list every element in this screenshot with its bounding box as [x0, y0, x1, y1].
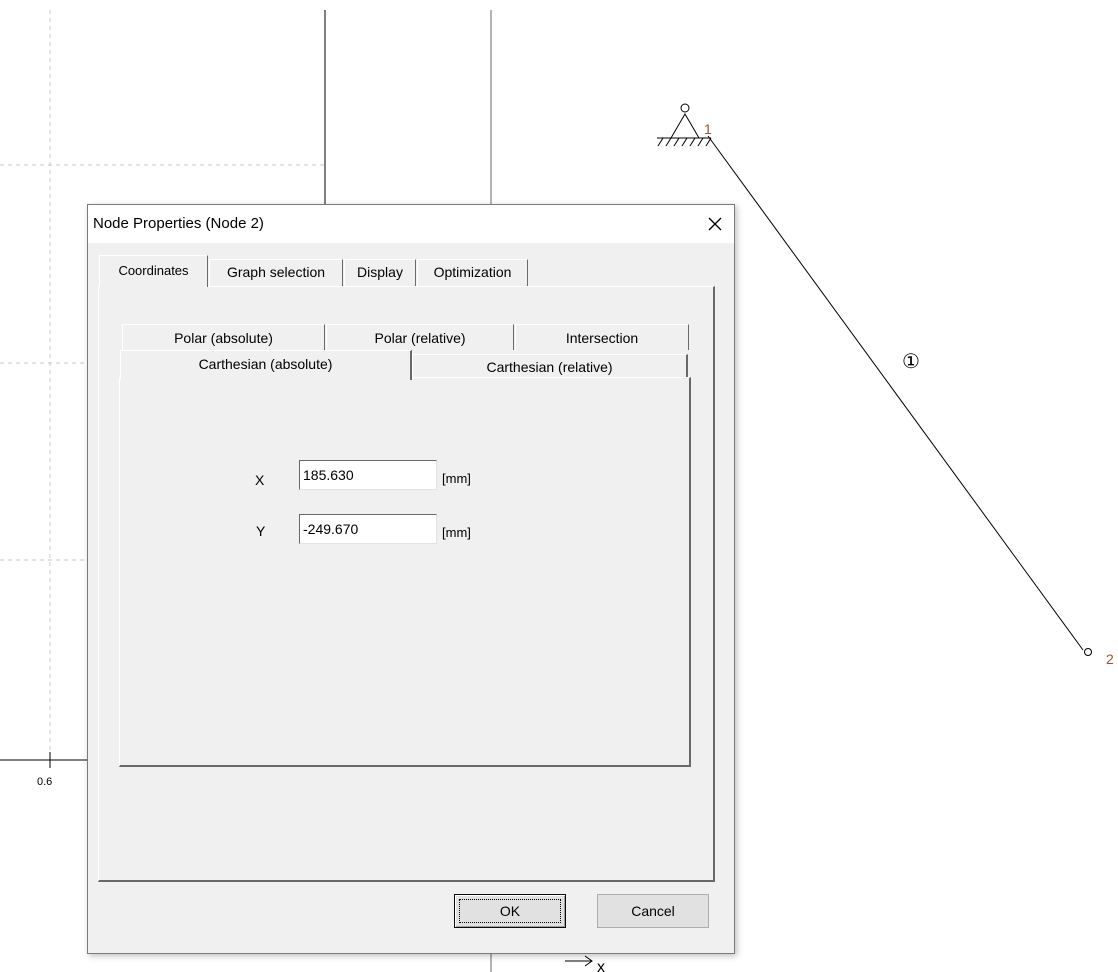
y-unit-label: [mm] — [442, 525, 471, 540]
tab-polar-relative[interactable]: Polar (relative) — [326, 324, 514, 350]
node-1-marker[interactable] — [680, 103, 690, 113]
tab-carthesian-absolute[interactable]: Carthesian (absolute) — [120, 350, 412, 380]
ok-button[interactable]: OK — [454, 894, 566, 928]
node-properties-dialog: Node Properties (Node 2) Coordinates Gra… — [87, 204, 735, 954]
element-label: ① — [902, 351, 920, 373]
axis-tick-label: 0.6 — [37, 776, 52, 788]
tab-coordinates[interactable]: Coordinates — [99, 255, 208, 287]
tab-label: Optimization — [433, 264, 512, 280]
node-2-label: 2 — [1106, 651, 1114, 667]
tab-label: Graph selection — [226, 264, 326, 280]
x-coordinate-input[interactable] — [299, 460, 437, 490]
tab-label: Intersection — [565, 330, 639, 346]
tab-polar-absolute[interactable]: Polar (absolute) — [122, 324, 325, 350]
fixed-support-icon — [657, 113, 712, 147]
x-axis-arrow-icon — [565, 955, 593, 967]
tab-display[interactable]: Display — [344, 259, 416, 286]
dialog-titlebar[interactable]: Node Properties (Node 2) — [88, 205, 734, 243]
tab-label: Carthesian (absolute) — [198, 356, 333, 372]
tab-carthesian-relative[interactable]: Carthesian (relative) — [412, 354, 688, 378]
tab-label: Carthesian (relative) — [486, 359, 613, 375]
tab-label: Polar (relative) — [374, 330, 466, 346]
element-link-line[interactable] — [707, 135, 1084, 651]
node-2-marker[interactable] — [1084, 648, 1092, 656]
cancel-button[interactable]: Cancel — [597, 894, 709, 928]
carthesian-absolute-panel — [119, 377, 691, 767]
tab-label: Polar (absolute) — [174, 330, 273, 346]
y-coordinate-input[interactable] — [299, 514, 437, 544]
tab-graph-selection[interactable]: Graph selection — [209, 259, 343, 286]
x-field-label: X — [255, 472, 265, 488]
node-1-label: 1 — [704, 121, 712, 137]
tab-label: Display — [357, 264, 403, 280]
ok-button-label: OK — [499, 903, 521, 919]
dialog-title: Node Properties (Node 2) — [93, 215, 264, 232]
tab-label: Coordinates — [118, 263, 189, 278]
y-field-label: Y — [256, 523, 266, 539]
x-unit-label: [mm] — [442, 471, 471, 486]
tab-intersection[interactable]: Intersection — [515, 324, 689, 350]
x-axis-label: x — [597, 959, 605, 972]
cancel-button-label: Cancel — [631, 903, 675, 919]
tab-optimization[interactable]: Optimization — [417, 259, 528, 286]
close-icon — [708, 217, 722, 231]
close-button[interactable] — [696, 205, 734, 243]
